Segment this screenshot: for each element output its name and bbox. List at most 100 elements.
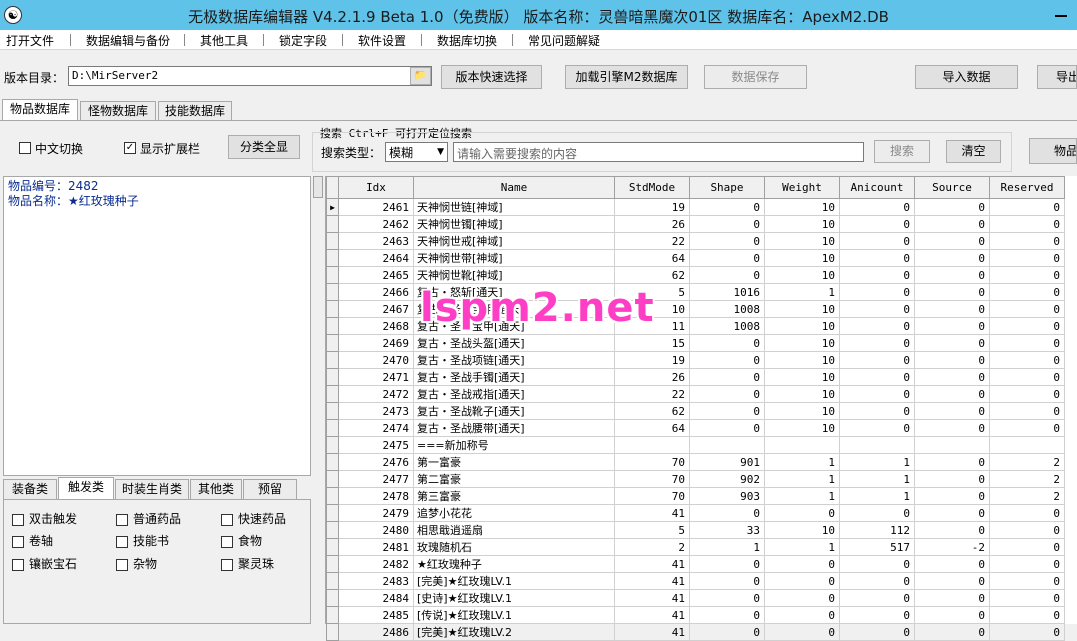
table-cell[interactable]: 0 bbox=[764, 555, 840, 573]
table-cell[interactable]: 10 bbox=[764, 351, 840, 369]
table-cell[interactable]: 1 bbox=[764, 538, 840, 556]
table-cell[interactable]: 0 bbox=[839, 317, 915, 335]
table-row[interactable]: 2486 [完美]★红玫瑰LV.2 41 0 0 0 0 0 bbox=[326, 623, 1065, 641]
table-cell[interactable]: 第一富豪 bbox=[413, 453, 615, 471]
table-cell[interactable]: 0 bbox=[989, 589, 1065, 607]
table-cell[interactable]: 0 bbox=[989, 317, 1065, 335]
row-indicator[interactable] bbox=[326, 334, 339, 352]
table-row[interactable]: 2472 复古・圣战戒指[通天] 22 0 10 0 0 0 bbox=[326, 385, 1065, 403]
table-cell[interactable]: 0 bbox=[989, 334, 1065, 352]
table-cell[interactable]: 0 bbox=[914, 623, 990, 641]
table-cell[interactable]: 0 bbox=[839, 606, 915, 624]
table-row[interactable]: 2477 第二富豪 70 902 1 1 0 2 bbox=[326, 470, 1065, 488]
table-cell[interactable]: 517 bbox=[839, 538, 915, 556]
table-cell[interactable]: 0 bbox=[914, 385, 990, 403]
table-cell[interactable]: 第二富豪 bbox=[413, 470, 615, 488]
category-checkbox[interactable] bbox=[12, 513, 24, 526]
table-cell[interactable]: 0 bbox=[914, 232, 990, 250]
table-cell[interactable]: 2462 bbox=[338, 215, 414, 233]
table-cell[interactable]: 0 bbox=[914, 402, 990, 420]
row-indicator[interactable] bbox=[326, 266, 339, 284]
table-cell[interactable]: 0 bbox=[839, 300, 915, 318]
category-item[interactable]: 镶嵌宝石 bbox=[12, 555, 77, 572]
table-cell[interactable]: 复古・圣战靴子[通天] bbox=[413, 402, 615, 420]
table-cell[interactable]: 10 bbox=[764, 385, 840, 403]
table-cell[interactable]: 0 bbox=[689, 351, 765, 369]
table-cell[interactable]: 0 bbox=[689, 572, 765, 590]
table-row[interactable]: 2470 复古・圣战项链[通天] 19 0 10 0 0 0 bbox=[326, 351, 1065, 369]
table-cell[interactable]: [史诗]★红玫瑰LV.1 bbox=[413, 589, 615, 607]
table-cell[interactable]: 903 bbox=[689, 487, 765, 505]
table-row[interactable]: 2483 [完美]★红玫瑰LV.1 41 0 0 0 0 0 bbox=[326, 572, 1065, 590]
table-cell[interactable]: 2480 bbox=[338, 521, 414, 539]
table-cell[interactable]: 1 bbox=[764, 470, 840, 488]
row-indicator[interactable] bbox=[326, 232, 339, 250]
items-right-button[interactable]: 物品 bbox=[1029, 138, 1077, 164]
table-cell[interactable]: 0 bbox=[989, 215, 1065, 233]
import-data-button[interactable]: 导入数据 bbox=[915, 65, 1018, 89]
panel-splitter[interactable] bbox=[313, 176, 323, 624]
table-cell[interactable]: 2 bbox=[989, 487, 1065, 505]
table-cell[interactable]: 64 bbox=[614, 249, 690, 267]
search-input[interactable]: 请输入需要搜索的内容 bbox=[453, 142, 864, 162]
col-header-source[interactable]: Source bbox=[914, 176, 990, 199]
table-row[interactable]: 2476 第一富豪 70 901 1 1 0 2 bbox=[326, 453, 1065, 471]
table-row[interactable]: 2464 天神悯世带[神域] 64 0 10 0 0 0 bbox=[326, 249, 1065, 267]
table-cell[interactable]: 2477 bbox=[338, 470, 414, 488]
table-row[interactable]: 2467 复古・圣战宝甲[通天] 10 1008 10 0 0 0 bbox=[326, 300, 1065, 318]
table-row[interactable]: 2485 [传说]★红玫瑰LV.1 41 0 0 0 0 0 bbox=[326, 606, 1065, 624]
table-cell[interactable]: 0 bbox=[989, 283, 1065, 301]
table-row[interactable]: 2474 复古・圣战腰带[通天] 64 0 10 0 0 0 bbox=[326, 419, 1065, 437]
row-indicator[interactable] bbox=[326, 283, 339, 301]
table-cell[interactable]: 0 bbox=[839, 402, 915, 420]
category-item[interactable]: 卷轴 bbox=[12, 532, 53, 549]
table-cell[interactable]: 0 bbox=[764, 606, 840, 624]
category-checkbox[interactable] bbox=[116, 535, 128, 548]
tab-reserved[interactable]: 预留 bbox=[243, 479, 297, 499]
table-cell[interactable]: 0 bbox=[914, 589, 990, 607]
table-cell[interactable]: 19 bbox=[614, 198, 690, 216]
table-cell[interactable]: 0 bbox=[839, 623, 915, 641]
table-row[interactable]: 2465 天神悯世靴[神域] 62 0 10 0 0 0 bbox=[326, 266, 1065, 284]
table-cell[interactable]: 0 bbox=[839, 419, 915, 437]
table-row[interactable]: 2481 玫瑰随机石 2 1 1 517 -2 0 bbox=[326, 538, 1065, 556]
col-header-shape[interactable]: Shape bbox=[689, 176, 765, 199]
table-cell[interactable]: 11 bbox=[614, 317, 690, 335]
menu-faq[interactable]: 常见问题解疑 bbox=[528, 32, 600, 49]
table-cell[interactable]: 0 bbox=[839, 198, 915, 216]
table-cell[interactable]: 0 bbox=[914, 351, 990, 369]
col-header-stdmode[interactable]: StdMode bbox=[614, 176, 690, 199]
table-cell[interactable]: 10 bbox=[764, 215, 840, 233]
table-cell[interactable]: 0 bbox=[914, 487, 990, 505]
table-cell[interactable]: 26 bbox=[614, 215, 690, 233]
table-cell[interactable]: 天神悯世带[神域] bbox=[413, 249, 615, 267]
export-data-button[interactable]: 导出 bbox=[1037, 65, 1077, 89]
table-row[interactable]: 2475 ===新加称号 bbox=[326, 436, 1065, 454]
row-indicator[interactable] bbox=[326, 487, 339, 505]
row-indicator[interactable] bbox=[326, 215, 339, 233]
table-cell[interactable]: 1 bbox=[764, 453, 840, 471]
table-cell[interactable] bbox=[914, 436, 990, 454]
table-cell[interactable]: 0 bbox=[839, 504, 915, 522]
table-cell[interactable]: 19 bbox=[614, 351, 690, 369]
table-row[interactable]: ▶ 2461 天神悯世链[神域] 19 0 10 0 0 0 bbox=[326, 198, 1065, 216]
current-row-arrow-icon[interactable]: ▶ bbox=[326, 198, 339, 216]
row-indicator[interactable] bbox=[326, 351, 339, 369]
table-cell[interactable]: 2486 bbox=[338, 623, 414, 641]
table-cell[interactable]: 62 bbox=[614, 402, 690, 420]
table-cell[interactable] bbox=[764, 436, 840, 454]
row-indicator[interactable] bbox=[326, 623, 339, 641]
table-cell[interactable]: 0 bbox=[914, 368, 990, 386]
table-cell[interactable]: 天神悯世戒[神域] bbox=[413, 232, 615, 250]
table-cell[interactable]: 0 bbox=[989, 249, 1065, 267]
table-cell[interactable]: 0 bbox=[989, 300, 1065, 318]
row-indicator[interactable] bbox=[326, 419, 339, 437]
table-cell[interactable]: 0 bbox=[839, 572, 915, 590]
table-cell[interactable]: 0 bbox=[989, 572, 1065, 590]
table-cell[interactable]: 第三富豪 bbox=[413, 487, 615, 505]
table-cell[interactable]: 0 bbox=[914, 283, 990, 301]
table-cell[interactable]: 0 bbox=[989, 623, 1065, 641]
table-cell[interactable]: 0 bbox=[914, 300, 990, 318]
table-cell[interactable]: 0 bbox=[914, 521, 990, 539]
table-row[interactable]: 2466 复古・怒斩[通天] 5 1016 1 0 0 0 bbox=[326, 283, 1065, 301]
